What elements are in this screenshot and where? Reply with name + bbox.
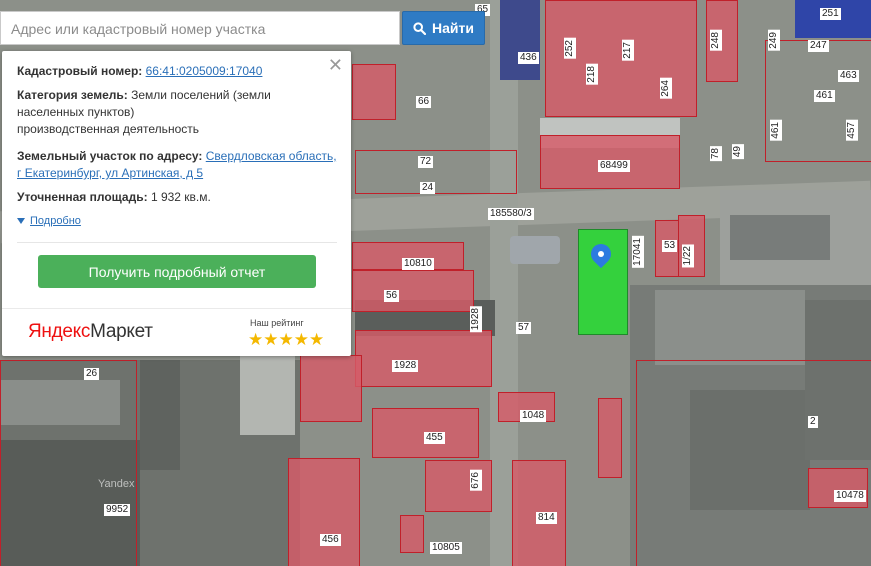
more-details-toggle[interactable]: Подробно (17, 215, 81, 227)
parcel-label: 66 (416, 96, 432, 108)
parcel-label: 53 (662, 240, 678, 252)
triangle-down-icon (17, 218, 25, 225)
address-label: Земельный участок по адресу: (17, 149, 203, 163)
parcel-label: 49 (732, 144, 744, 160)
category-value-3: производственная деятельность (17, 122, 199, 136)
parcel-label: 461 (814, 90, 835, 102)
area-value: 1 932 кв.м. (150, 190, 211, 204)
parcel-label: 1/22 (682, 244, 694, 268)
parcel-label: 436 (518, 52, 539, 64)
address-link-1[interactable]: Свердловская область, (206, 149, 337, 163)
logo-market: Маркет (90, 321, 153, 342)
parcel-label: 17041 (632, 236, 644, 268)
parcel-label: 10805 (430, 542, 462, 554)
map-watermark: Yandex (98, 478, 135, 490)
parcel-info-card: ✕ Кадастровый номер: 66:41:0205009:17040… (2, 51, 351, 356)
parcel-label: 57 (516, 322, 532, 334)
rating-label: Наш рейтинг (250, 318, 304, 328)
parcel-label: 455 (424, 432, 445, 444)
parcel-label: 10810 (402, 258, 434, 270)
find-button-label: Найти (432, 20, 474, 36)
yandex-market-logo[interactable]: ЯндексМаркет (28, 321, 153, 343)
category-value-2: населенных пунктов) (17, 105, 135, 119)
parcel-label: 1928 (470, 306, 482, 333)
parcel-label: 247 (808, 40, 829, 52)
address-link-2[interactable]: г Екатеринбург, ул Артинская, д 5 (17, 166, 203, 180)
cadastral-number-link[interactable]: 66:41:0205009:17040 (146, 64, 263, 78)
cadastral-row: Кадастровый номер: 66:41:0205009:17040 (17, 63, 342, 80)
search-box (0, 11, 400, 46)
parcel-label: 218 (586, 64, 598, 85)
parcel-label: 676 (470, 470, 482, 491)
cadastral-label: Кадастровый номер: (17, 64, 143, 78)
address-row: Земельный участок по адресу: Свердловска… (17, 148, 342, 182)
parcel-label: 264 (660, 78, 672, 99)
rating-stars-icon: ★★★★★ (248, 330, 325, 349)
parcel-label: 251 (820, 8, 841, 20)
parcel-label: 10478 (834, 490, 866, 502)
parcel-label: 456 (320, 534, 341, 546)
search-icon (413, 21, 427, 35)
parcel-label: 461 (770, 120, 782, 141)
parcel-label: 248 (710, 30, 722, 51)
parcel-label: 814 (536, 512, 557, 524)
parcel-label: 249 (768, 30, 780, 51)
parcel-label: 252 (564, 38, 576, 59)
category-value-1: Земли поселений (земли (131, 88, 271, 102)
parcel-label: 72 (418, 156, 434, 168)
area-label: Уточненная площадь: (17, 190, 148, 204)
parcel-label: 1928 (392, 360, 419, 372)
parcel-label: 78 (710, 146, 722, 162)
get-report-button[interactable]: Получить подробный отчет (38, 255, 316, 288)
parcel-label: 56 (384, 290, 400, 302)
category-label: Категория земель: (17, 88, 128, 102)
category-row: Категория земель: Земли поселений (земли… (17, 87, 342, 138)
parcel-label: 463 (838, 70, 859, 82)
area-row: Уточненная площадь: 1 932 кв.м. (17, 189, 342, 206)
more-details-label: Подробно (30, 215, 81, 227)
parcel-label: 1048 (520, 410, 547, 422)
parcel-label: 9952 (104, 504, 131, 516)
footer-divider (2, 308, 351, 309)
find-button[interactable]: Найти (402, 11, 485, 45)
search-input[interactable] (9, 12, 393, 46)
parcel-label: 24 (420, 182, 436, 194)
parcel-label: 457 (846, 120, 858, 141)
parcel-label: 185580/3 (488, 208, 534, 220)
parcel-label: 26 (84, 368, 100, 380)
logo-yandex: Яндекс (28, 321, 91, 342)
parcel-label: 68499 (598, 160, 630, 172)
divider (17, 242, 337, 243)
parcel-label: 2 (808, 416, 818, 428)
parcel-label: 217 (622, 40, 634, 61)
get-report-label: Получить подробный отчет (88, 263, 266, 280)
